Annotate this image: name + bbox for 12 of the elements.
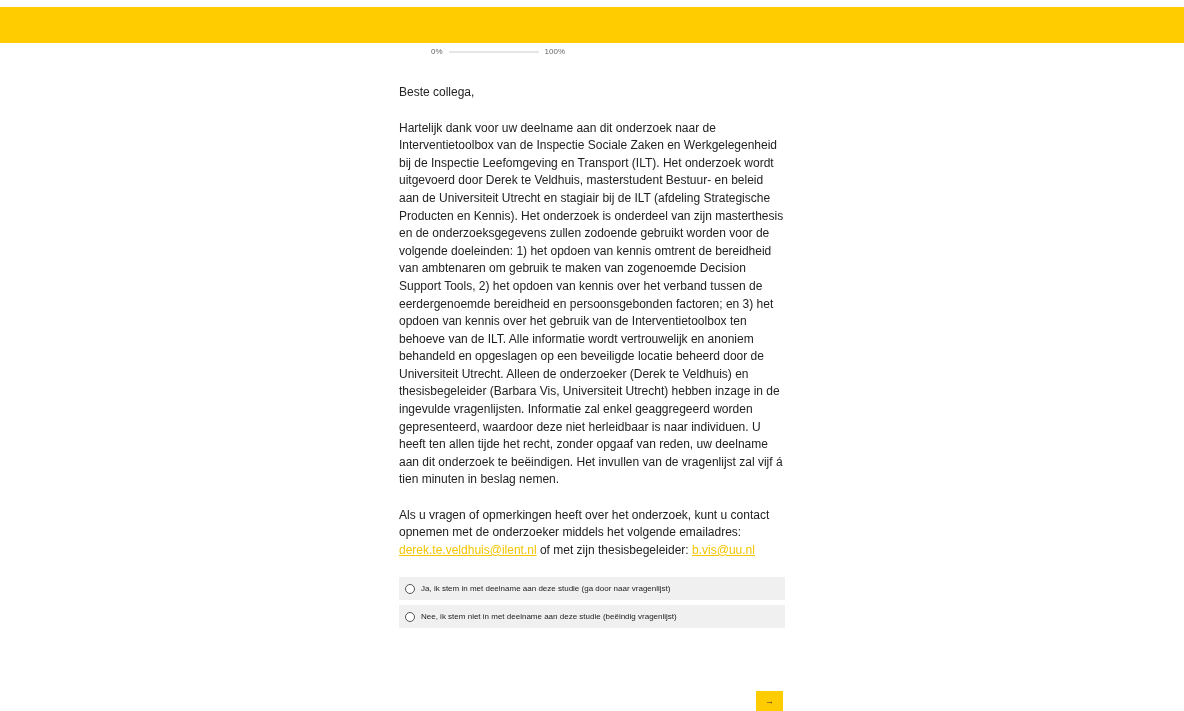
- radio-button[interactable]: [405, 611, 415, 622]
- radio-button[interactable]: [405, 583, 415, 594]
- next-button[interactable]: →: [756, 691, 783, 711]
- consent-option[interactable]: Nee, ik stem niet in met deelname aan deze studie (beëindig vragenlijst): [399, 605, 785, 628]
- option-label: Nee, ik stem niet in met deelname aan deze studie (beëindig vragenlijst): [421, 610, 677, 623]
- greeting: Beste collega,: [399, 84, 476, 102]
- progress-start-label: 0%: [431, 47, 443, 57]
- option-label: Ja, ik stem in met deelname aan deze studie (ga door naar vragenlijst): [421, 582, 671, 595]
- consent-option[interactable]: Ja, ik stem in met deelname aan deze studie (ga door naar vragenlijst): [399, 577, 785, 600]
- progress-end-label: 100%: [544, 47, 565, 57]
- intro-paragraph: Hartelijk dank voor uw deelname aan dit onderzoek naar de Interventietoolbox van de Inspectie Sociale Zaken en Werkgelegenheid bij de Inspectie Leefomgeving en Transport (ILT). Het onderzoek wordt uitgevoerd door Derek te Veldhuis, masterstudent Bestuur- en beleid aan de Universiteit Utrecht en stagiair bij de ILT (afdeling Strategische Producten en Kennis). Het onderzoek is onderdeel van zijn masterthesis en de onderzoeksgegevens zullen zodoende gebruikt worden voor de volgende doeleinden: 1) het opdoen van kennis omtrent de bereidheid van ambtenaren om gebruik te maken van zogenoemde Decision Support Tools, 2) het opdoen van kennis over het verband tussen de eerdergenoemde bereidheid en persoonsgebonden factoren; en 3) het opdoen van kennis over het gebruik van de Interventietoolbox ten behoeve van de ILT. Alle informatie wordt vertrouwelijk en anoniem behandeld en opgeslagen op een beveiligde locatie beheerd door de Universiteit Utrecht. Alleen de onderzoeker (Derek te Veldhuis) en thesisbegeleider (Barbara Vis, Universiteit Utrecht) hebben inzage in de ingevulde vragenlijsten. Informatie zal enkel geaggregeerd worden gepresenteerd, waardoor deze niet herleidbaar is naar individuen. U heeft ten allen tijde het recht, zonder opgaaf van reden, uw deelname aan dit onderzoek te beëindigen. Het invullen van de vragenlijst zal vijf á tien minuten in beslag nemen.: [399, 119, 785, 489]
- contact-paragraph: Als u vragen of opmerkingen heeft over het onderzoek, kunt u contact opnemen met de onderzoeker middels het volgende emailadres: derek.te.veldhuis@ilent.nl of met zijn thesisbegeleider: b.vis@uu.nl: [399, 506, 771, 559]
